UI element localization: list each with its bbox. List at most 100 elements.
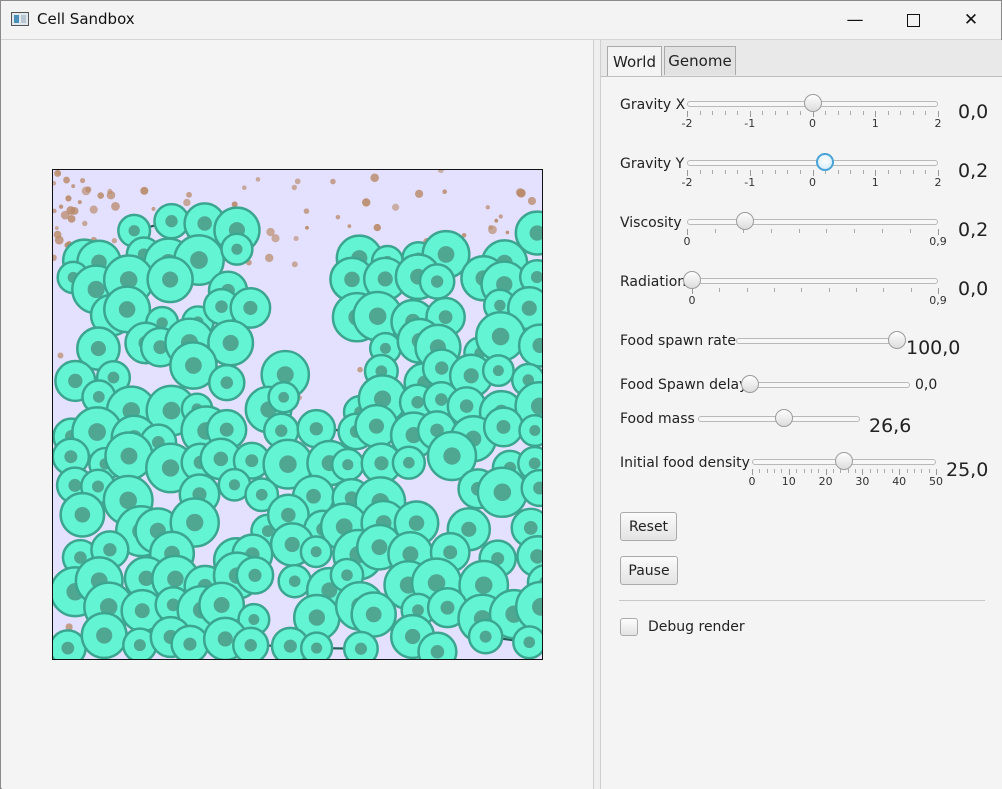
tab-genome[interactable]: Genome [664,46,736,75]
cell-nucleus [492,365,504,377]
debug-render-label[interactable]: Debug render [648,619,745,635]
cell-nucleus [371,539,388,556]
cell-nucleus [521,300,537,316]
viscosity-tick [770,229,772,233]
gravity-x-value: 0,0 [958,101,989,123]
initial-food-density-tick [877,469,879,473]
food-particle [527,196,537,206]
gravity-y-tick [787,170,789,174]
cell-nucleus [161,459,180,477]
viscosity-tick [910,229,912,233]
cell-nucleus [183,637,197,651]
minimize-button[interactable]: — [826,1,884,39]
food-particle [77,200,82,205]
initial-food-density-thumb[interactable] [835,452,853,470]
radiation-tick-labels: 0 0,9 [688,294,947,308]
cell-nucleus [281,507,296,523]
food-spawn-delay-slider[interactable] [741,373,910,397]
cell-nucleus [402,546,419,563]
gravity-x-slider[interactable]: -2 -1 0 1 2 [682,92,942,130]
cell-nucleus [379,342,391,354]
food-particle [494,218,499,223]
cell-nucleus [354,642,368,655]
cell-nucleus [461,521,477,537]
window-title: Cell Sandbox [37,10,135,28]
gravity-x-thumb[interactable] [803,94,822,112]
food-particle [271,234,280,243]
gravity-x-tick [925,111,927,115]
food-particle [63,176,70,184]
cell-nucleus [523,520,538,535]
viscosity-slider[interactable]: 0 0,9 [684,210,947,248]
gravity-y-thumb[interactable] [816,153,835,171]
food-spawn-delay-thumb[interactable] [741,375,759,393]
initial-food-density-tick [796,469,798,473]
gravity-y-tick [850,170,852,174]
cell-nucleus [255,488,268,501]
close-button[interactable]: ✕ [942,1,1000,39]
radiation-tick-label: 0 [688,294,696,307]
food-mass-thumb[interactable] [774,409,793,427]
debug-render-checkbox[interactable] [620,618,638,636]
food-particle [60,210,70,220]
simulation-world[interactable] [52,169,543,660]
food-particle [107,188,113,194]
food-spawn-rate-slider[interactable] [736,329,906,353]
cell-nucleus [68,373,83,389]
cell-nucleus [288,575,301,587]
cell-nucleus [186,513,204,532]
initial-food-density-tick [810,469,812,473]
tab-world[interactable]: World [607,46,662,76]
radiation-slider[interactable]: 0 0,9 [683,269,947,307]
pause-button[interactable]: Pause [620,556,678,585]
cell-nucleus [374,456,389,471]
food-particle [57,352,64,359]
food-particle [362,198,371,207]
gravity-y-tick [862,170,864,174]
food-particle [111,201,120,211]
cell-nucleus [96,627,113,644]
gravity-y-tick [762,170,764,174]
food-particle [53,181,57,186]
cell-nucleus [284,536,300,553]
cell-nucleus [243,300,258,316]
gravity-x-tick [762,111,764,115]
food-spawn-rate-label: Food spawn rate [620,333,736,349]
food-particle [415,189,424,198]
radiation-label: Radiation [620,274,687,290]
cell-nucleus [404,628,421,645]
initial-food-density-tick [803,469,805,473]
cell-nucleus [190,251,208,269]
cell-nucleus [430,275,444,288]
cell-nucleus [162,271,179,288]
cell-nucleus [309,422,323,436]
cell-nucleus [443,545,458,560]
initial-food-density-slider[interactable]: 0 10 20 30 40 50 [749,450,943,488]
gravity-y-tick-label: -1 [744,176,756,189]
cell-nucleus [103,543,117,557]
cell-nucleus [276,366,294,384]
food-mass-slider[interactable] [698,407,860,431]
radiation-tick [801,288,803,292]
cell-nucleus [440,600,455,615]
reset-button[interactable]: Reset [620,512,677,541]
cell-nucleus [74,507,91,523]
food-particle [293,235,299,242]
radiation-thumb[interactable] [683,271,701,289]
cell-nucleus [435,393,448,406]
maximize-button[interactable] [884,1,942,39]
viscosity-thumb[interactable] [735,212,754,230]
food-particle [392,203,400,211]
gravity-y-slider[interactable]: -2 -1 0 1 2 [682,151,942,189]
gravity-y-tick [799,170,801,174]
cell-nucleus [342,459,354,471]
cell-nucleus [118,301,136,318]
food-spawn-rate-thumb[interactable] [888,331,906,349]
cell-nucleus [411,395,424,409]
cell-nucleus [197,216,212,231]
pane-splitter[interactable] [593,40,601,789]
food-particle [505,230,510,235]
initial-food-density-tick [832,469,834,473]
cell-nucleus [248,613,260,625]
radiation-tick [828,288,830,292]
